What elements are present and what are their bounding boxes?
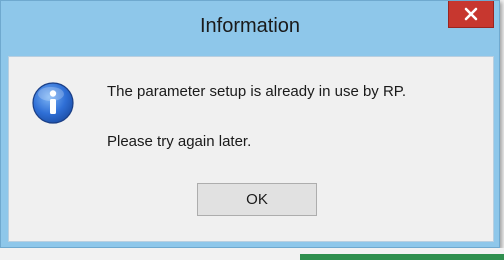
close-button[interactable] <box>448 1 494 28</box>
dialog-body: The parameter setup is already in use by… <box>8 56 494 242</box>
background-status-bar <box>300 254 504 260</box>
dialog-title: Information <box>199 15 301 37</box>
background-window-strip <box>0 248 504 260</box>
ok-button[interactable]: OK <box>197 183 317 216</box>
message-text: The parameter setup is already in use by… <box>107 83 407 100</box>
information-dialog: Information The parameter setup is alrea… <box>0 0 500 248</box>
title-bar[interactable]: Information <box>1 1 499 61</box>
close-icon <box>464 7 478 21</box>
screen: Information The parameter setup is alrea… <box>0 0 504 260</box>
info-icon <box>32 82 74 124</box>
message-subtext: Please try again later. <box>107 133 252 150</box>
